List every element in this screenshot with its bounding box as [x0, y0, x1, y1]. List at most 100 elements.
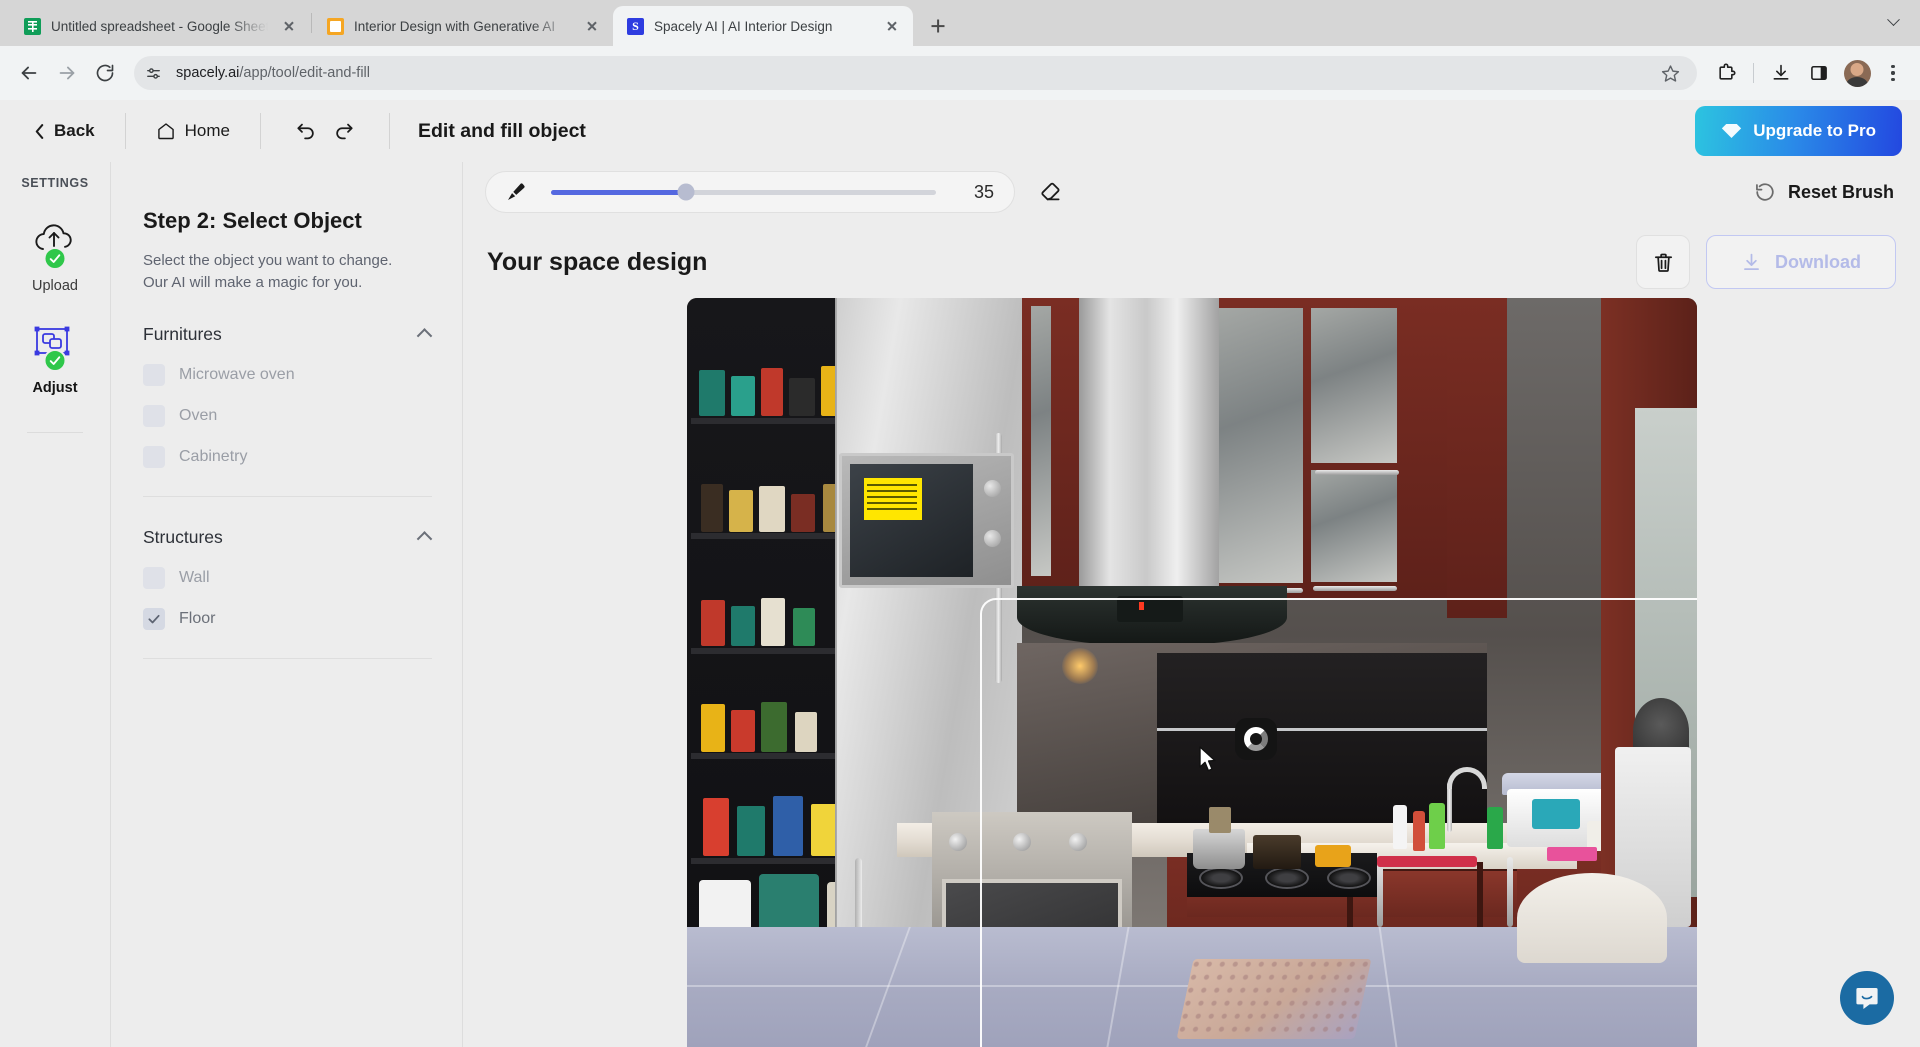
home-button-label: Home	[185, 121, 230, 141]
header-divider-1	[125, 113, 126, 149]
group-structures-header[interactable]: Structures	[143, 527, 432, 548]
rail-step-upload-label: Upload	[32, 278, 78, 294]
group-furnitures-header[interactable]: Furnitures	[143, 324, 432, 345]
download-button[interactable]: Download	[1706, 235, 1896, 289]
rail-step-adjust[interactable]: Adjust	[0, 324, 110, 396]
tab-divider	[311, 13, 312, 33]
url-path: /app/tool/edit-and-fill	[239, 65, 370, 81]
delete-design-button[interactable]	[1636, 235, 1690, 289]
check-icon	[49, 354, 62, 367]
redo-icon[interactable]	[325, 112, 363, 150]
rail-divider	[27, 432, 83, 433]
header-divider-3	[389, 113, 390, 149]
group-furnitures-title: Furnitures	[143, 324, 222, 345]
back-button[interactable]: Back	[30, 121, 99, 141]
forward-icon[interactable]	[50, 56, 84, 90]
intercom-chat-icon	[1853, 984, 1881, 1012]
option-microwave-oven-checkbox[interactable]	[143, 364, 165, 386]
back-icon[interactable]	[12, 56, 46, 90]
url-domain: spacely.ai	[176, 65, 239, 81]
option-cabinetry-label: Cabinetry	[179, 448, 247, 466]
browser-chrome: Untitled spreadsheet - Google Sheets Int…	[0, 0, 1920, 100]
browser-tab-3-close-icon[interactable]	[881, 15, 903, 37]
new-tab-button[interactable]	[923, 11, 953, 41]
option-floor-checkbox[interactable]	[143, 608, 165, 630]
browser-tab-3-title: Spacely AI | AI Interior Design	[654, 19, 871, 34]
browser-tab-2-title: Interior Design with Generative AI	[354, 19, 571, 34]
site-settings-icon[interactable]	[140, 60, 166, 86]
design-stage	[463, 294, 1920, 1047]
chevron-up-icon[interactable]	[417, 328, 433, 344]
brush-size-slider[interactable]	[551, 190, 936, 195]
check-icon	[49, 252, 62, 265]
group-divider-2	[143, 658, 432, 659]
option-oven[interactable]: Oven	[143, 405, 432, 427]
reload-icon[interactable]	[88, 56, 122, 90]
option-cabinetry[interactable]: Cabinetry	[143, 446, 432, 468]
browser-tab-3[interactable]: S Spacely AI | AI Interior Design	[613, 6, 913, 46]
reset-brush-button[interactable]: Reset Brush	[1754, 181, 1896, 203]
google-sheets-icon	[24, 18, 41, 35]
rail-step-upload[interactable]: Upload	[0, 222, 110, 294]
canvas-area: 35 Reset Brush Your space design	[463, 162, 1920, 1047]
design-actions: Download	[1636, 235, 1896, 289]
option-wall[interactable]: Wall	[143, 567, 432, 589]
upload-step-complete-badge	[44, 247, 67, 270]
chevron-up-icon[interactable]	[417, 531, 433, 547]
avatar	[1844, 60, 1871, 87]
option-wall-checkbox[interactable]	[143, 567, 165, 589]
rail-step-adjust-label: Adjust	[32, 380, 77, 396]
option-microwave-oven-label: Microwave oven	[179, 366, 295, 384]
spacely-icon: S	[627, 18, 644, 35]
tab-search-chevron-icon[interactable]	[1878, 7, 1908, 37]
option-floor[interactable]: Floor	[143, 608, 432, 630]
reset-brush-label: Reset Brush	[1788, 182, 1894, 203]
option-oven-label: Oven	[179, 407, 217, 425]
eraser-icon[interactable]	[1033, 174, 1069, 210]
spacely-app: Back Home Edit and fill object Upgrade t…	[0, 100, 1920, 1047]
profile-avatar[interactable]	[1840, 56, 1874, 90]
group-structures: Structures Wall Floor	[143, 527, 432, 659]
option-cabinetry-checkbox[interactable]	[143, 446, 165, 468]
spinner-ring-icon	[1244, 727, 1268, 751]
loading-spinner-badge	[1235, 718, 1277, 760]
paint-brush-icon[interactable]	[504, 181, 527, 204]
browser-tab-2-close-icon[interactable]	[581, 15, 603, 37]
downloads-icon[interactable]	[1764, 56, 1798, 90]
download-icon	[1741, 252, 1762, 273]
upgrade-to-pro-label: Upgrade to Pro	[1753, 121, 1876, 141]
chat-widget-button[interactable]	[1840, 971, 1894, 1025]
step-description: Select the object you want to change. Ou…	[143, 250, 432, 294]
chevron-left-icon	[34, 123, 45, 140]
browser-tabstrip: Untitled spreadsheet - Google Sheets Int…	[0, 0, 1920, 46]
diamond-icon	[1721, 122, 1742, 140]
browser-tab-1-close-icon[interactable]	[278, 15, 300, 37]
option-microwave-oven[interactable]: Microwave oven	[143, 364, 432, 386]
space-design-photo[interactable]	[687, 298, 1697, 1047]
brush-toolbar: 35 Reset Brush	[463, 162, 1920, 222]
chrome-menu-icon[interactable]	[1878, 58, 1908, 88]
option-oven-checkbox[interactable]	[143, 405, 165, 427]
side-panel-icon[interactable]	[1802, 56, 1836, 90]
url-text[interactable]: spacely.ai/app/tool/edit-and-fill	[176, 65, 1645, 81]
app-header: Back Home Edit and fill object Upgrade t…	[0, 100, 1920, 162]
brush-size-slider-fill	[551, 190, 686, 195]
toolbar-divider	[1753, 63, 1754, 83]
upload-step-icon-wrap	[32, 222, 78, 266]
download-button-label: Download	[1775, 252, 1861, 273]
settings-rail-heading: SETTINGS	[21, 176, 88, 190]
option-wall-label: Wall	[179, 569, 210, 587]
home-button[interactable]: Home	[152, 121, 234, 141]
upgrade-to-pro-button[interactable]: Upgrade to Pro	[1695, 106, 1902, 156]
brush-size-slider-thumb[interactable]	[677, 184, 694, 201]
address-bar[interactable]: spacely.ai/app/tool/edit-and-fill	[134, 56, 1697, 90]
browser-tab-1-title: Untitled spreadsheet - Google Sheets	[51, 19, 268, 34]
extensions-icon[interactable]	[1709, 56, 1743, 90]
browser-tab-2[interactable]: Interior Design with Generative AI	[313, 6, 613, 46]
reset-undo-icon	[1754, 181, 1776, 203]
browser-tab-1[interactable]: Untitled spreadsheet - Google Sheets	[10, 6, 310, 46]
undo-icon[interactable]	[287, 112, 325, 150]
trash-icon	[1652, 251, 1675, 274]
bookmark-star-icon[interactable]	[1655, 58, 1685, 88]
settings-rail: SETTINGS Upload	[0, 162, 111, 1047]
